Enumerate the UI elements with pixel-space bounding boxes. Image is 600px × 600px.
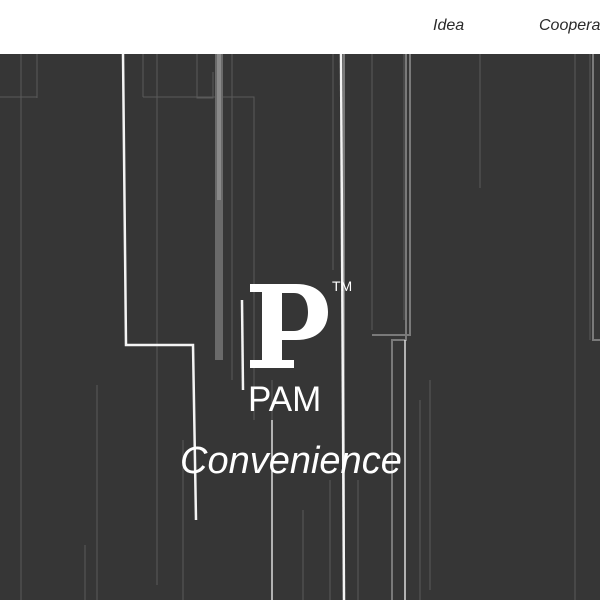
nav-link-cooperation[interactable]: Cooperation bbox=[539, 17, 600, 35]
hero-section: TM PAM Convenience bbox=[0, 54, 600, 600]
top-navigation-bar: Idea Cooperation bbox=[0, 0, 600, 54]
nav-link-idea[interactable]: Idea bbox=[433, 17, 464, 35]
pam-logo-icon bbox=[250, 284, 328, 368]
trademark-symbol: TM bbox=[332, 278, 353, 294]
brand-name: PAM bbox=[248, 380, 322, 419]
hero-tagline: Convenience bbox=[180, 440, 402, 482]
